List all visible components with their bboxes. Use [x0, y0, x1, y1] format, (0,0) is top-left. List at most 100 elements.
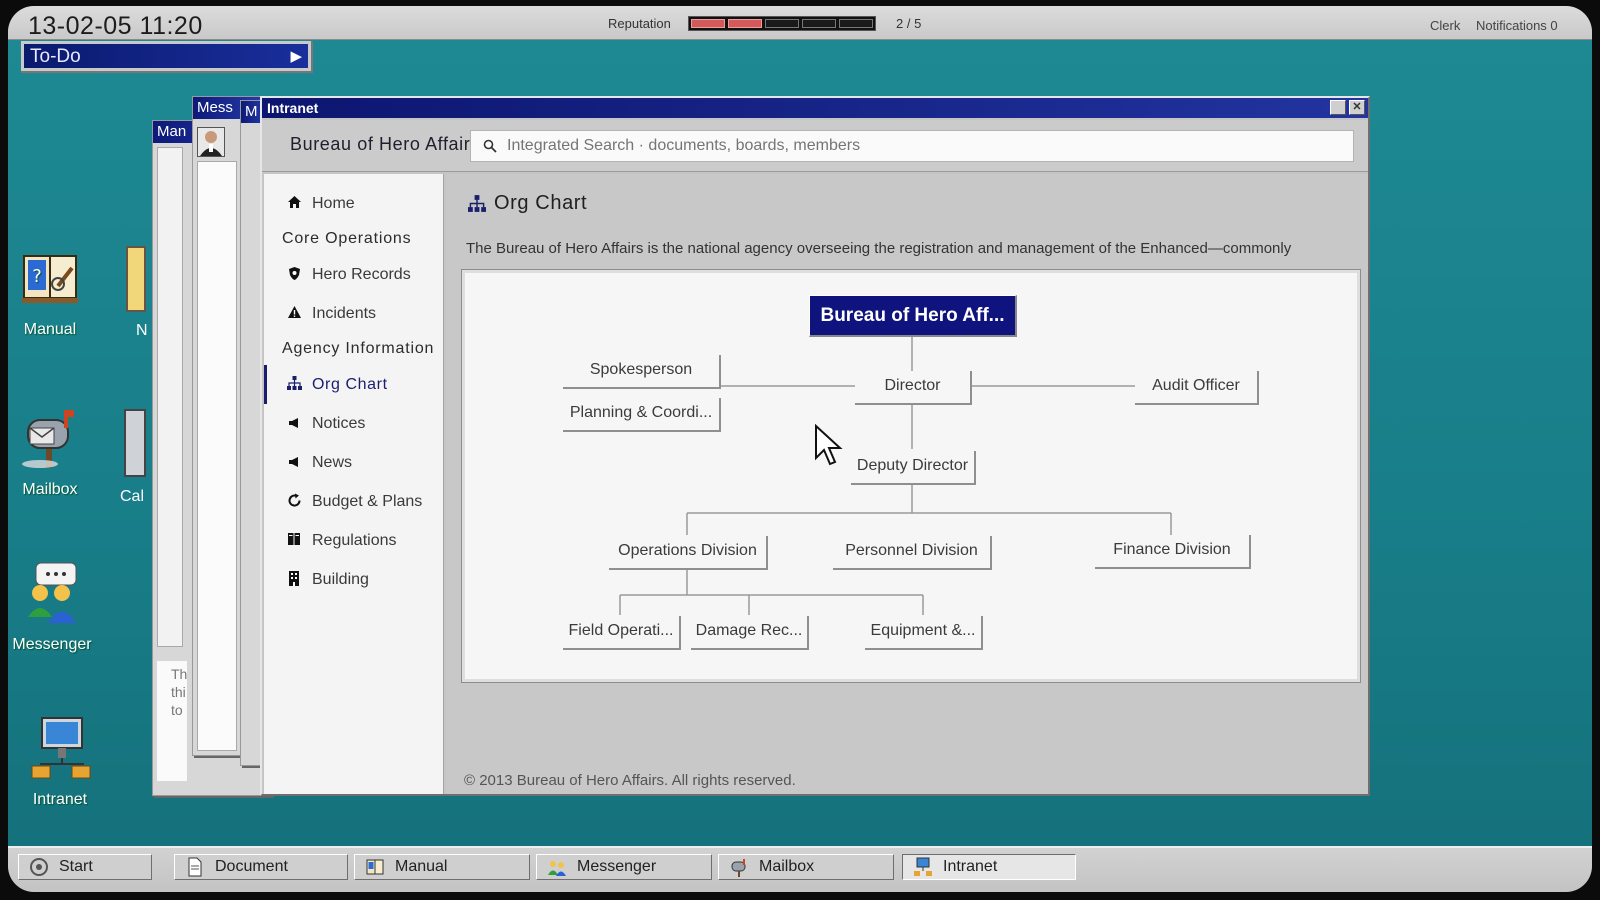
- page-title: Org Chart: [468, 192, 587, 215]
- megaphone-icon: [286, 416, 302, 432]
- org-node-spokesperson[interactable]: Spokesperson: [563, 355, 721, 389]
- warning-icon: [286, 305, 302, 322]
- text-fragment: thi: [171, 684, 186, 700]
- sidebar-item-building[interactable]: Building: [264, 560, 443, 599]
- org-node-equipment[interactable]: Equipment &...: [865, 616, 983, 650]
- desktop-icon-label: Manual: [23, 321, 77, 338]
- reputation-count: 2 / 5: [896, 16, 922, 31]
- org-node-operations[interactable]: Operations Division: [609, 536, 768, 570]
- taskbar-item-manual[interactable]: Manual: [354, 854, 530, 880]
- org-node-director[interactable]: Director: [855, 371, 972, 405]
- intranet-network-icon: [914, 857, 932, 876]
- refresh-icon: [286, 493, 302, 511]
- messenger-icon: [548, 861, 566, 876]
- desktop-icon-mailbox[interactable]: Mailbox: [8, 406, 100, 499]
- sidebar-item-label: Home: [312, 194, 355, 212]
- desktop-icon-manual[interactable]: ? Manual: [8, 246, 100, 339]
- partial-icon: [124, 409, 146, 477]
- org-node-root[interactable]: Bureau of Hero Aff...: [809, 295, 1017, 337]
- sidebar-item-news[interactable]: News: [264, 443, 443, 482]
- user-role: Clerk: [1430, 18, 1461, 33]
- todo-widget[interactable]: To-Do ▶: [21, 41, 313, 73]
- search-input[interactable]: [507, 137, 1307, 155]
- taskbar-item-label: Manual: [395, 858, 448, 875]
- sidebar-item-label: Budget & Plans: [312, 492, 423, 510]
- reputation-label: Reputation: [608, 16, 671, 31]
- brand[interactable]: Bureau of Hero Affairs: [280, 134, 470, 155]
- building-icon: [286, 570, 302, 589]
- sidebar-item-notices[interactable]: Notices: [264, 404, 443, 443]
- taskbar-item-messenger[interactable]: Messenger: [536, 854, 712, 880]
- org-node-finance[interactable]: Finance Division: [1095, 535, 1251, 569]
- org-node-personnel[interactable]: Personnel Division: [833, 536, 992, 570]
- sidebar-item-label: News: [312, 453, 353, 471]
- taskbar-item-intranet[interactable]: Intranet: [902, 854, 1076, 880]
- document-icon: [188, 857, 202, 877]
- search-bar[interactable]: [470, 130, 1354, 162]
- sidebar-item-label: Org Chart: [312, 375, 388, 393]
- status-bar: 13-02-05 11:20 Reputation 2 / 5 Clerk No…: [8, 6, 1592, 40]
- reputation-segment: [839, 19, 873, 28]
- intranet-header: Bureau of Hero Affairs: [262, 120, 1368, 172]
- org-chart-icon: [468, 195, 486, 212]
- sidebar-group-agency: Agency Information: [282, 340, 435, 357]
- manual-book-icon: [366, 859, 384, 875]
- taskbar-item-label: Messenger: [577, 858, 657, 875]
- taskbar-item-mailbox[interactable]: Mailbox: [718, 854, 894, 880]
- desktop-icon-label: Intranet: [32, 791, 88, 808]
- brand-name: Bureau of Hero Affairs: [290, 134, 470, 154]
- reputation-meter: [688, 16, 876, 31]
- start-label: Start: [59, 858, 93, 875]
- sidebar-item-org-chart[interactable]: Org Chart: [264, 365, 443, 404]
- svg-text:?: ?: [32, 266, 42, 287]
- reputation-segment: [802, 19, 836, 28]
- main-content: Org Chart The Bureau of Hero Affairs is …: [446, 174, 1368, 794]
- partial-icon-label: Cal: [120, 488, 145, 505]
- partial-icon-label: N: [136, 322, 148, 339]
- sidebar-group-core: Core Operations: [282, 230, 412, 247]
- sidebar-item-label: Incidents: [312, 304, 377, 322]
- notifications-indicator[interactable]: Notifications 0: [1476, 18, 1558, 33]
- taskbar: Start Document Manual Messenger Mailbox …: [8, 846, 1592, 892]
- sidebar-item-label: Notices: [312, 414, 366, 432]
- desktop-icon-intranet[interactable]: Intranet: [10, 716, 110, 809]
- taskbar-item-label: Document: [215, 858, 288, 875]
- datetime: 13-02-05 11:20: [28, 12, 203, 40]
- minimize-button[interactable]: [1330, 100, 1346, 115]
- intranet-network-icon: [31, 717, 91, 779]
- book-icon: [286, 532, 302, 549]
- search-icon: [483, 139, 497, 153]
- desktop-icon-messenger[interactable]: Messenger: [8, 561, 102, 654]
- sidebar-item-regulations[interactable]: Regulations: [264, 521, 443, 560]
- sidebar-item-home[interactable]: Home: [264, 184, 443, 223]
- org-node-field-operations[interactable]: Field Operati...: [563, 616, 681, 650]
- org-chart-panel: Bureau of Hero Aff... Spokesperson Plann…: [461, 269, 1361, 683]
- expand-arrow-icon[interactable]: ▶: [290, 44, 302, 69]
- mailbox-icon: [22, 410, 74, 468]
- home-icon: [286, 195, 302, 212]
- start-button[interactable]: Start: [18, 854, 152, 880]
- avatar: [197, 127, 225, 157]
- org-node-audit-officer[interactable]: Audit Officer: [1135, 371, 1259, 405]
- sidebar-item-budget[interactable]: Budget & Plans: [264, 482, 443, 521]
- manual-book-icon: ?: [22, 255, 78, 303]
- sidebar-item-label: Regulations: [312, 531, 397, 549]
- reputation-segment: [728, 19, 762, 28]
- org-node-damage-records[interactable]: Damage Rec...: [691, 616, 809, 650]
- close-button[interactable]: ✕: [1349, 100, 1365, 115]
- org-node-planning[interactable]: Planning & Coordi...: [563, 398, 721, 432]
- page-title-text: Org Chart: [494, 192, 588, 214]
- mailbox-icon: [731, 859, 746, 877]
- sidebar-item-hero-records[interactable]: Hero Records: [264, 255, 443, 294]
- reputation-segment: [765, 19, 799, 28]
- sidebar-item-incidents[interactable]: Incidents: [264, 294, 443, 333]
- org-node-deputy-director[interactable]: Deputy Director: [851, 451, 976, 485]
- partial-icon: [126, 246, 146, 312]
- org-chart-icon: [286, 376, 302, 393]
- window-title: Intranet: [267, 100, 319, 116]
- taskbar-item-document[interactable]: Document: [174, 854, 348, 880]
- window-titlebar: Intranet ✕: [262, 98, 1368, 118]
- megaphone-icon: [286, 455, 302, 471]
- text-fragment: Th: [171, 666, 188, 682]
- text-fragment: to: [171, 702, 183, 718]
